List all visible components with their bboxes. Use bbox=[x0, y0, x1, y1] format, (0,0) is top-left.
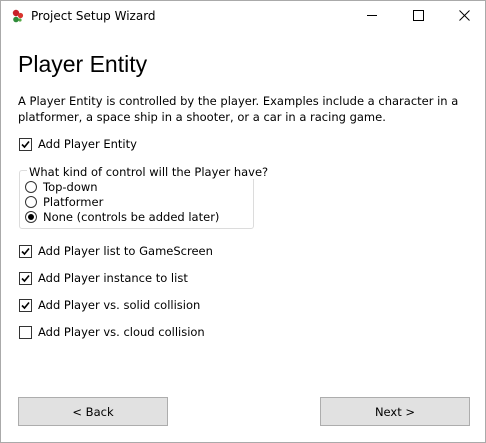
add-player-list-checkbox[interactable]: Add Player list to GameScreen bbox=[19, 244, 213, 258]
radio-top-down[interactable]: Top-down bbox=[25, 180, 98, 194]
checkmark-icon bbox=[21, 274, 30, 282]
radio-circle[interactable] bbox=[25, 181, 37, 193]
checkbox-box[interactable] bbox=[19, 271, 32, 285]
control-group-title: What kind of control will the Player hav… bbox=[27, 165, 271, 179]
checkbox-label: Add Player list to GameScreen bbox=[38, 244, 213, 258]
checkmark-icon bbox=[21, 247, 30, 255]
checkbox-box[interactable] bbox=[19, 244, 32, 258]
app-logo-icon bbox=[11, 9, 25, 23]
add-player-entity-label: Add Player Entity bbox=[38, 137, 137, 151]
checkbox-label: Add Player instance to list bbox=[38, 271, 188, 285]
radio-label: Platformer bbox=[43, 195, 104, 209]
checkbox-label: Add Player vs. solid collision bbox=[38, 298, 201, 312]
maximize-button[interactable] bbox=[395, 1, 441, 32]
radio-none[interactable]: None (controls be added later) bbox=[25, 210, 219, 224]
next-button[interactable]: Next > bbox=[320, 397, 470, 426]
title-bar[interactable]: Project Setup Wizard bbox=[1, 1, 485, 32]
wizard-window: Project Setup Wizard Player Entity A Pla… bbox=[0, 0, 486, 443]
page-title: Player Entity bbox=[18, 51, 148, 77]
close-icon bbox=[458, 9, 470, 24]
maximize-icon bbox=[412, 9, 424, 24]
checkbox-box[interactable] bbox=[19, 298, 32, 312]
checkmark-icon bbox=[21, 140, 30, 148]
radio-label: None (controls be added later) bbox=[43, 210, 220, 224]
back-button[interactable]: < Back bbox=[18, 397, 168, 426]
checkmark-icon bbox=[21, 301, 30, 309]
checkbox-label: Add Player vs. cloud collision bbox=[38, 325, 205, 339]
checkbox-box[interactable] bbox=[19, 325, 32, 339]
close-button[interactable] bbox=[441, 1, 486, 32]
page-description: A Player Entity is controlled by the pla… bbox=[18, 94, 459, 124]
radio-platformer[interactable]: Platformer bbox=[25, 195, 103, 209]
solid-collision-checkbox[interactable]: Add Player vs. solid collision bbox=[19, 298, 200, 312]
minimize-button[interactable] bbox=[349, 1, 395, 32]
checkbox-box[interactable] bbox=[19, 137, 32, 151]
minimize-icon bbox=[366, 10, 378, 24]
cloud-collision-checkbox[interactable]: Add Player vs. cloud collision bbox=[19, 325, 205, 339]
add-player-instance-checkbox[interactable]: Add Player instance to list bbox=[19, 271, 188, 285]
radio-label: Top-down bbox=[43, 180, 98, 194]
add-player-entity-checkbox[interactable]: Add Player Entity bbox=[19, 137, 137, 151]
radio-circle[interactable] bbox=[25, 196, 37, 208]
radio-circle[interactable] bbox=[25, 211, 37, 223]
window-title: Project Setup Wizard bbox=[31, 9, 156, 23]
